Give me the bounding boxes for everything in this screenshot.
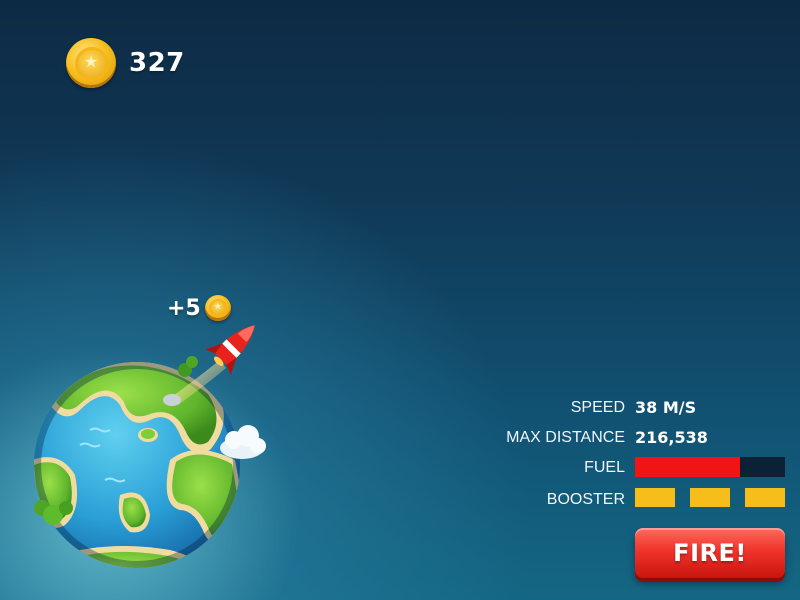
coin-counter: ★ 327 xyxy=(66,38,185,88)
fire-button[interactable]: FIRE! xyxy=(635,528,785,578)
booster-label: BOOSTER xyxy=(546,491,625,508)
gold-coin-icon: ★ xyxy=(66,38,116,88)
speed-value: 38 M/S xyxy=(635,398,697,417)
planet-scene xyxy=(20,310,280,590)
speed-label: SPEED xyxy=(570,399,625,416)
max-distance-label: MAX DISTANCE xyxy=(506,429,625,446)
booster-slot xyxy=(635,488,675,507)
planet-illustration xyxy=(34,325,266,568)
coin-count: 327 xyxy=(129,48,185,78)
star-icon: ★ xyxy=(83,52,99,71)
max-distance-value: 216,538 xyxy=(635,428,708,447)
booster-slot xyxy=(745,488,785,507)
gold-coin-icon: ★ xyxy=(204,295,231,321)
fuel-bar xyxy=(635,457,785,477)
star-icon: ★ xyxy=(213,302,222,312)
fuel-bar-fill xyxy=(635,457,740,477)
fuel-label: FUEL xyxy=(584,459,625,476)
booster-slot xyxy=(690,488,730,507)
